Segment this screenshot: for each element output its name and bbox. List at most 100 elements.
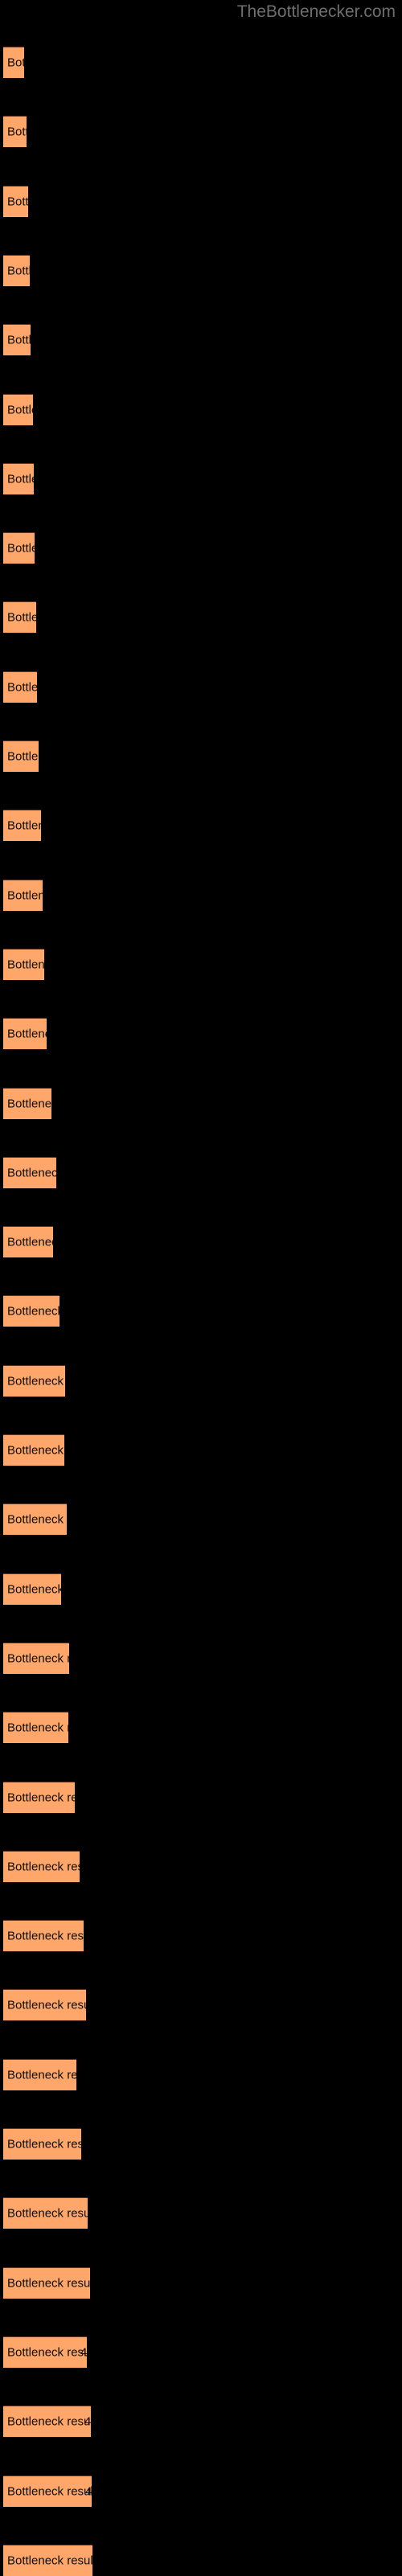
bar-clip: Bottleneck result	[3, 2266, 90, 2299]
bar-label: Bottleneck result	[7, 1374, 65, 1388]
bar-row: Bottleneck result	[0, 2058, 402, 2090]
bar-segment[interactable]: Bottleneck result	[3, 1226, 53, 1258]
bar-label: Bottleneck result	[7, 55, 24, 70]
bar-label: Bottleneck result	[7, 1443, 64, 1458]
bar-label: Bottleneck result	[7, 1097, 51, 1110]
bar-label: Bottleneck result	[7, 264, 30, 278]
bar-segment[interactable]: Bottleneck result	[3, 1850, 80, 1882]
bar-label: Bottleneck result	[7, 2137, 81, 2151]
bar-row: Bottleneck result	[0, 1781, 402, 1813]
bar-label: Bottleneck result	[7, 680, 37, 695]
bar-row: Bottleneck result	[0, 671, 402, 703]
bar-segment[interactable]: Bottleneck result	[3, 2197, 88, 2229]
bar-row: Bottleneck result	[0, 1364, 402, 1397]
bar-segment[interactable]: Bottleneck result	[3, 393, 33, 425]
bar-segment[interactable]: Bottleneck result	[3, 1087, 51, 1119]
bar-row: Bottleneck result	[0, 879, 402, 911]
bar-segment[interactable]: Bottleneck result	[3, 740, 39, 772]
bar-clip: Bottleneck result	[3, 2128, 81, 2160]
bar-row: Bottleneck result	[0, 2128, 402, 2160]
bar-segment[interactable]: Bottleneck result	[3, 47, 24, 78]
bar-row: Bottleneck result	[0, 1434, 402, 1466]
bar-row: Bottleneck result	[0, 47, 402, 78]
bar-segment[interactable]: Bottleneck result	[3, 2266, 90, 2299]
bar-row: Bottleneck result	[0, 2266, 402, 2299]
bar-label: Bottleneck result	[7, 195, 28, 209]
bar-segment[interactable]: Bottleneck result	[3, 671, 37, 703]
bar-segment[interactable]: Bottleneck result	[3, 1364, 65, 1397]
bar-row: Bottleneck result	[0, 324, 402, 356]
bar-label: Bottleneck result	[7, 1651, 69, 1666]
bar-segment[interactable]: Bottleneck result	[3, 2058, 76, 2090]
bar-segment[interactable]: Bottleneck result	[3, 1018, 47, 1050]
bar-segment[interactable]: Bottleneck result	[3, 2128, 81, 2160]
bar-clip: Bottleneck result	[3, 879, 43, 911]
bar-clip: Bottleneck result	[3, 1434, 64, 1466]
bar-segment[interactable]: Bottleneck result	[3, 1781, 75, 1813]
bar-segment[interactable]: Bottleneck result	[3, 254, 30, 286]
bar-segment[interactable]: Bottleneck result	[3, 532, 35, 564]
bar-clip: Bottleneck result4	[3, 2406, 91, 2438]
bar-label: Bottleneck result	[7, 1304, 59, 1319]
bar-clip: Bottleneck result	[3, 185, 28, 217]
bar-segment[interactable]: Bottleneck result	[3, 1573, 61, 1605]
bar-label: Bottleneck result	[7, 472, 34, 486]
bar-segment[interactable]: Bottleneck result	[3, 1295, 59, 1327]
bar-label: Bottleneck result	[7, 1998, 86, 2012]
bar-segment[interactable]: Bottleneck result	[3, 810, 41, 842]
bar-label: Bottleneck result	[7, 2276, 90, 2291]
bar-segment[interactable]: Bottleneck result	[3, 324, 31, 356]
bar-segment[interactable]: Bottleneck result4	[3, 2406, 91, 2438]
bar-row: Bottleneck result	[0, 1712, 402, 1744]
bar-clip: Bottleneck result	[3, 1087, 51, 1119]
bar-segment[interactable]: Bottleneck result	[3, 1989, 86, 2021]
bar-segment[interactable]: Bottleneck result	[3, 948, 44, 980]
bar-segment[interactable]: Bottleneck result	[3, 1712, 68, 1744]
bar-label: Bottleneck result	[7, 818, 41, 833]
bar-segment[interactable]: Bottleneck result	[3, 1920, 84, 1952]
bar-row: Bottleneck result	[0, 462, 402, 494]
bar-row: Bottleneck result	[0, 948, 402, 980]
bar-row: Bottleneck result	[0, 601, 402, 634]
bar-clip: Bottleneck result	[3, 393, 33, 425]
bar-segment[interactable]: Bottleneck result	[3, 462, 34, 494]
bar-series-container: Bottleneck result Bottleneck result Bottle…	[0, 0, 402, 2576]
bar-segment[interactable]: Bottleneck result	[3, 2544, 92, 2576]
bar-row: Bottleneck result	[0, 1642, 402, 1674]
bar-row: Bottleneck result	[0, 810, 402, 842]
bar-label: Bottleneck result	[7, 2206, 88, 2221]
bar-row: Bottleneck result	[0, 2197, 402, 2229]
bar-clip: Bottleneck result	[3, 740, 39, 772]
bar-clip: Bottleneck result	[3, 116, 27, 148]
bar-label: Bottleneck result	[7, 1027, 47, 1041]
bar-clip: Bottleneck result	[3, 1364, 65, 1397]
bar-segment[interactable]: Bottleneck result	[3, 1434, 64, 1466]
bar-label: Bottleneck result	[7, 1582, 61, 1597]
bar-segment[interactable]: Bottleneck result4	[3, 2336, 87, 2368]
bar-segment[interactable]: Bottleneck result	[3, 185, 28, 217]
bar-clip: Bottleneck result	[3, 671, 37, 703]
bar-row: Bottleneck result	[0, 1226, 402, 1258]
bar-segment[interactable]: Bottleneck result	[3, 879, 43, 911]
bar-segment[interactable]: Bottleneck result	[3, 1156, 56, 1188]
bar-clip: Bottleneck result	[3, 1781, 75, 1813]
bar-row: Bottleneck result	[0, 1989, 402, 2021]
bar-clip: Bottleneck result	[3, 1156, 56, 1188]
bar-clip: Bottleneck result	[3, 1573, 61, 1605]
bar-segment[interactable]: Bottleneck result4	[3, 2475, 92, 2507]
bar-label: Bottleneck result	[7, 1860, 80, 1874]
bar-row: Bottleneck result	[0, 185, 402, 217]
bar-segment[interactable]: Bottleneck result	[3, 116, 27, 148]
bar-segment[interactable]: Bottleneck result	[3, 1642, 69, 1674]
bar-value-label: 4	[85, 2484, 92, 2498]
bar-label: Bottleneck result	[7, 541, 35, 556]
bar-segment[interactable]: Bottleneck result	[3, 601, 36, 634]
bar-clip: Bottleneck result	[3, 1712, 68, 1744]
bar-row: Bottleneck result	[0, 116, 402, 148]
bar-label: Bottleneck result	[7, 1929, 84, 1943]
bar-clip: Bottleneck result	[3, 948, 44, 980]
bar-segment[interactable]: Bottleneck result	[3, 1503, 67, 1536]
bar-row: Bottleneck result4	[0, 2406, 402, 2438]
bar-label: Bottleneck result	[7, 888, 43, 903]
bar-row: Bottleneck result	[0, 740, 402, 772]
